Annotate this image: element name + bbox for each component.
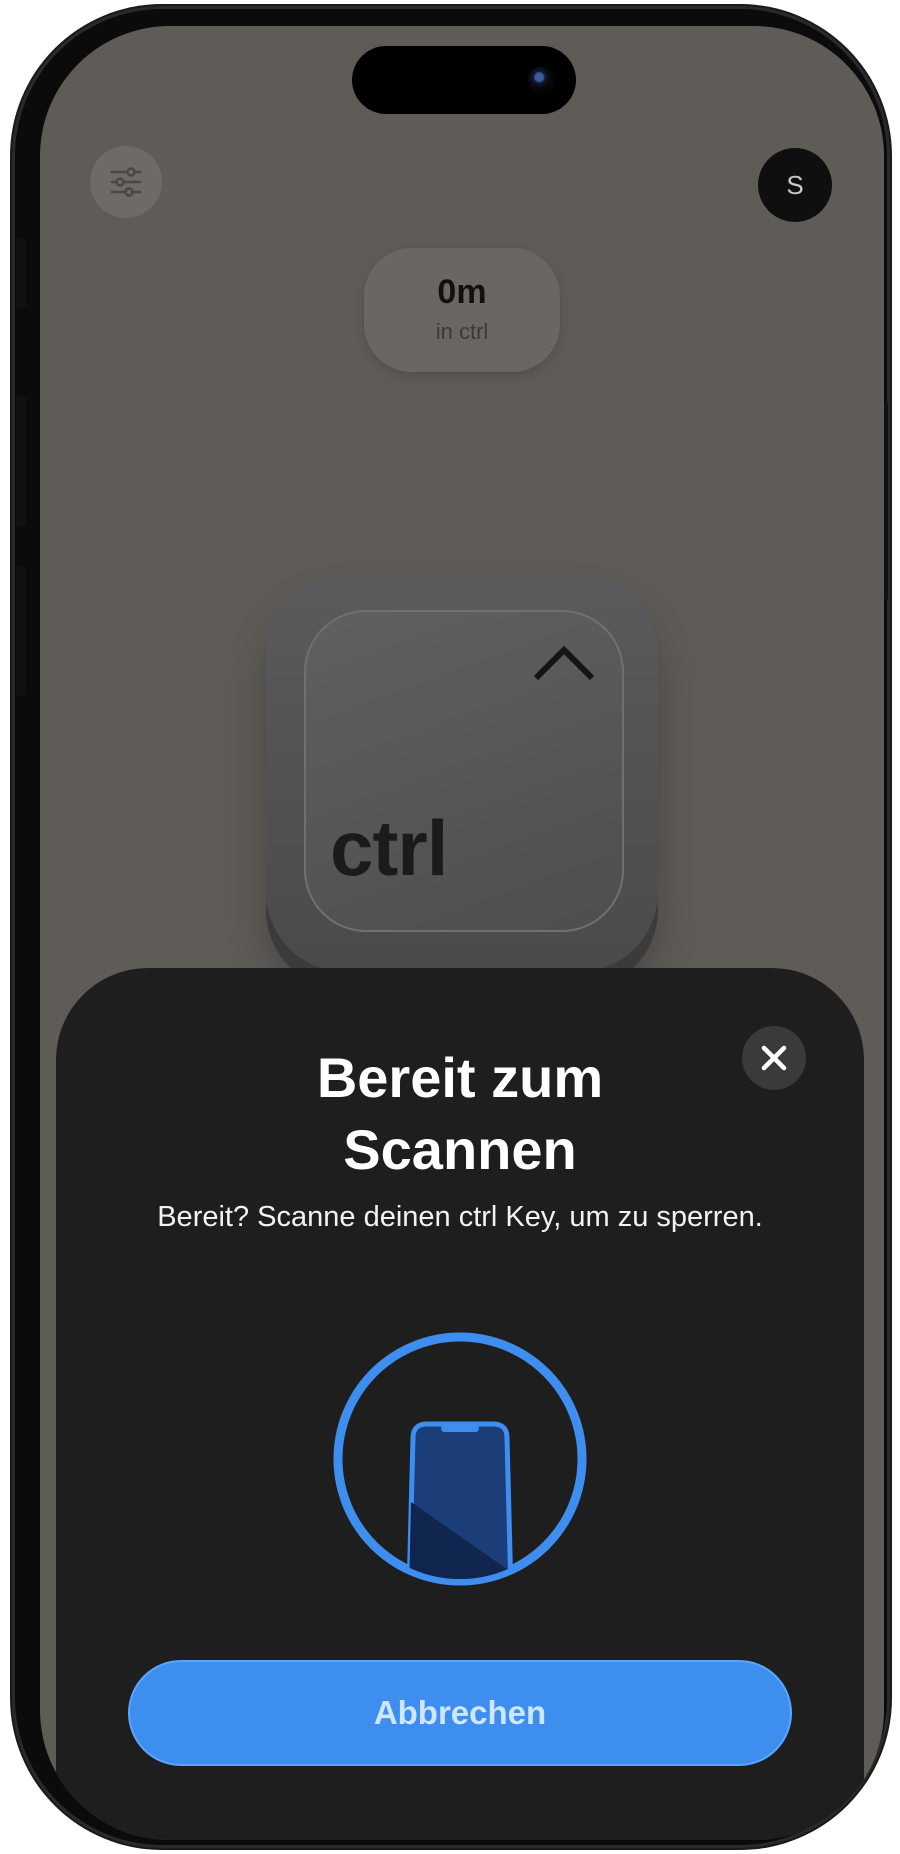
camera-icon: [528, 66, 556, 94]
ctrl-key-button[interactable]: ctrl: [266, 572, 658, 972]
action-button: [16, 238, 26, 308]
cancel-button[interactable]: Abbrechen: [128, 1660, 792, 1766]
time-label: in ctrl: [435, 319, 489, 344]
dynamic-island: [352, 46, 576, 114]
scan-sheet: Bereit zum Scannen Bereit? Scanne deinen…: [56, 968, 864, 1840]
sliders-icon: [110, 167, 142, 197]
screen: S 0m in ctrl ctrl Bereit zum Scannen Ber…: [40, 26, 884, 1840]
caret-up-icon: [533, 645, 595, 681]
phone-nfc-scan-icon: [333, 1332, 587, 1586]
ctrl-key-label: ctrl: [330, 804, 448, 892]
time-value: 0m: [437, 273, 487, 311]
avatar-initial: S: [786, 169, 804, 200]
close-icon: [761, 1045, 787, 1071]
sheet-message: Bereit? Scanne deinen ctrl Key, um zu sp…: [157, 1201, 763, 1233]
volume-down-button: [16, 566, 26, 696]
time-in-ctrl-badge: 0m in ctrl: [364, 248, 560, 372]
ctrl-key-face: ctrl: [304, 610, 624, 932]
sheet-title: Bereit zum Scannen: [316, 1046, 604, 1181]
close-button[interactable]: [742, 1026, 806, 1090]
volume-up-button: [16, 396, 26, 526]
avatar[interactable]: S: [758, 148, 832, 222]
phone-frame: S 0m in ctrl ctrl Bereit zum Scannen Ber…: [12, 6, 890, 1848]
settings-button[interactable]: [90, 146, 162, 218]
